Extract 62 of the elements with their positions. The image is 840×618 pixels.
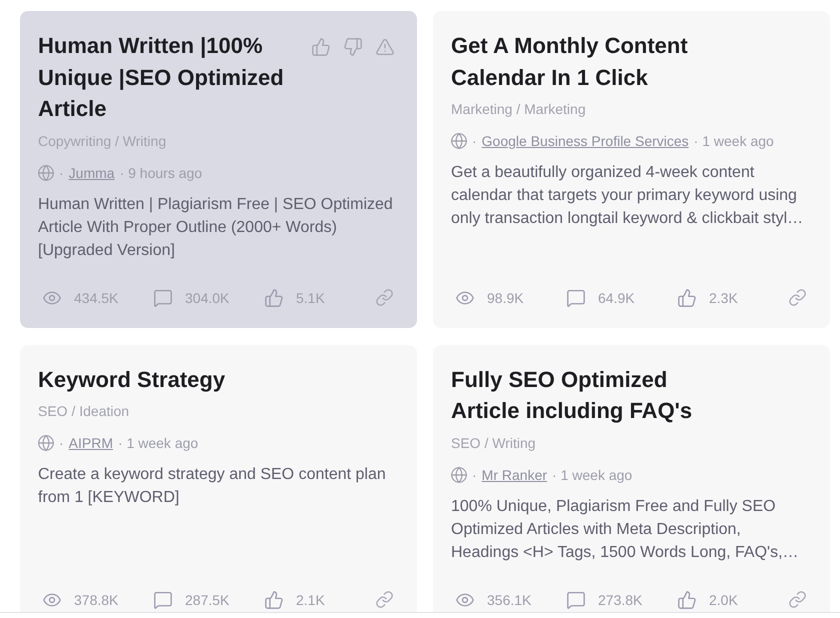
view-count: 434.5K — [74, 288, 118, 308]
category-label: Marketing / Marketing — [451, 100, 586, 119]
eye-icon — [43, 590, 61, 608]
card-description: 100% Unique, Plagiarism Free and Fully SEO Optimized Articles with Meta Description, Headings <H> Tags, 1500 Words Long, FAQ's,… — [451, 496, 800, 562]
comment-icon — [567, 288, 585, 306]
like-count: 2.3K — [709, 288, 738, 308]
link-icon[interactable] — [376, 289, 393, 306]
thumbs-up-icon — [678, 590, 696, 608]
prompt-card[interactable] — [433, 344, 830, 612]
author-link[interactable]: Mr Ranker — [482, 466, 548, 482]
comment-icon — [567, 590, 585, 608]
meta-separator: · — [472, 133, 477, 149]
post-age: · 1 week ago — [694, 133, 774, 149]
link-icon[interactable] — [376, 591, 393, 608]
comment-count: 287.5K — [185, 590, 230, 610]
thumbs-up-icon[interactable] — [312, 38, 330, 56]
post-age: · 1 week ago — [118, 435, 198, 451]
globe-icon — [38, 435, 54, 451]
card-title: Human Written |100% Unique |SEO Optimized Article — [38, 32, 285, 123]
globe-icon — [451, 133, 467, 149]
category-label: Copywriting / Writing — [38, 132, 166, 150]
thumbs-down-icon[interactable] — [344, 38, 362, 56]
card-title: Get A Monthly Content Calendar In 1 Click — [451, 32, 689, 92]
globe-icon — [451, 466, 467, 482]
link-icon[interactable] — [789, 591, 806, 608]
prompt-card[interactable]: Keyword Strategy SEO / Ideation · AIPRM · 1 week ago Create a keyword strategy and SEO content plan from 1 [KEYWORD] 378.8K 287.5K 2.1K — [20, 344, 417, 612]
card-title: Keyword Strategy — [38, 366, 226, 394]
comment-count: 273.8K — [598, 590, 642, 610]
view-count: 356.1K — [487, 590, 532, 610]
post-age: · 1 week ago — [552, 466, 632, 482]
author-link[interactable]: AIPRM — [68, 435, 114, 451]
thumbs-up-icon — [678, 288, 696, 306]
author-link[interactable]: Google Business Profile Services — [482, 133, 689, 149]
card-description: Human Written | Plagiarism Free | SEO Optimized Article With Proper Outline (2000+ Words) [Upgraded Version] — [38, 194, 394, 260]
warning-icon[interactable] — [376, 38, 394, 56]
comment-icon — [154, 590, 172, 608]
eye-icon — [456, 288, 474, 306]
category-label: SEO / Ideation — [38, 402, 130, 421]
meta-separator: · — [59, 164, 64, 180]
post-age: · 9 hours ago — [120, 164, 202, 180]
like-count: 2.1K — [296, 590, 325, 610]
thumbs-up-icon — [265, 288, 283, 306]
eye-icon — [43, 288, 61, 306]
category-label: SEO / Writing — [451, 434, 536, 452]
comment-count: 304.0K — [185, 288, 230, 308]
link-icon[interactable] — [789, 289, 806, 306]
card-description: Get a beautifully organized 4-week content calendar that targets your primary keyword using only transaction longtail keyword & clickbait styl… — [451, 163, 804, 229]
thumbs-up-icon — [265, 590, 283, 608]
like-count: 5.1K — [296, 288, 325, 308]
comment-icon — [154, 288, 172, 306]
globe-icon — [38, 164, 54, 180]
meta-separator: · — [472, 466, 477, 482]
prompt-card[interactable] — [20, 11, 417, 328]
eye-icon — [456, 590, 474, 608]
author-link[interactable]: Jumma — [68, 164, 115, 180]
meta-separator: · — [59, 435, 64, 451]
view-count: 378.8K — [74, 590, 118, 610]
card-title: Fully SEO Optimized Article including FAQ's — [451, 366, 694, 425]
view-count: 98.9K — [487, 288, 524, 308]
card-description: Create a keyword strategy and SEO content plan from 1 [KEYWORD] — [38, 465, 387, 508]
comment-count: 64.9K — [598, 288, 635, 308]
like-count: 2.0K — [709, 590, 738, 610]
